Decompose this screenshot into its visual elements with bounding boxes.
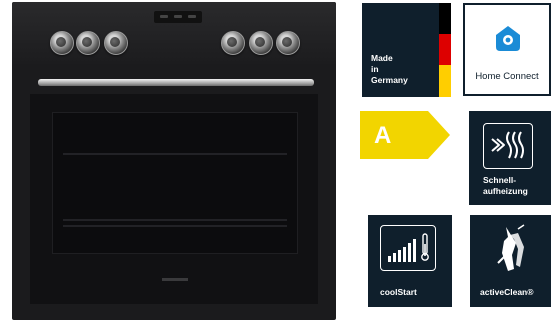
oven-knob: [76, 31, 100, 55]
schnell-line2: aufheizung: [483, 186, 528, 196]
home-connect-icon: [496, 26, 520, 51]
oven-knob: [104, 31, 128, 55]
coolstart-label: coolStart: [380, 287, 417, 297]
oven-knob: [276, 31, 300, 55]
schnell-line1: Schnell-: [483, 175, 517, 185]
activeclean-label: activeClean®: [480, 287, 534, 297]
energy-class-badge: A: [360, 111, 450, 159]
oven-brand-logo: [162, 278, 188, 281]
coolstart-icon: [380, 225, 436, 271]
oven-knob: [249, 31, 273, 55]
made-in-germany-badge: Made in Germany: [362, 3, 451, 97]
fast-preheat-icon: [483, 123, 533, 169]
oven-display: [154, 11, 202, 23]
made-line3: Germany: [371, 75, 408, 85]
oven-window: [52, 112, 298, 254]
made-line2: in: [371, 64, 379, 74]
home-connect-badge: Home Connect: [463, 3, 551, 96]
oven-door-handle: [38, 79, 314, 86]
oven-control-panel: [12, 2, 336, 64]
energy-class-letter: A: [374, 122, 392, 149]
made-line1: Made: [371, 53, 393, 63]
activeclean-icon: [497, 224, 525, 271]
oven-knob: [50, 31, 74, 55]
coolstart-badge: coolStart: [368, 215, 452, 307]
oven-image: [12, 2, 336, 320]
activeclean-badge: activeClean®: [470, 215, 551, 307]
schnellaufheizung-badge: Schnell- aufheizung: [469, 111, 551, 205]
german-flag-icon: [439, 3, 451, 97]
home-connect-label: Home Connect: [475, 71, 539, 82]
oven-knob: [221, 31, 245, 55]
